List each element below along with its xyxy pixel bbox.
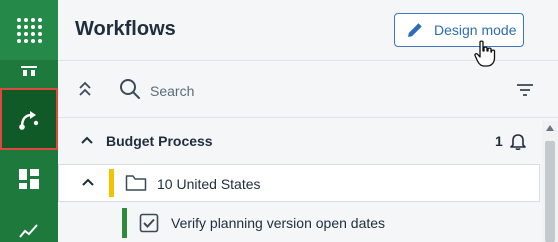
status-bar-yellow [109,169,114,197]
analytics-icon [19,224,38,238]
checkbox-checked-icon[interactable] [139,213,159,233]
panel-toolbar: Search [58,60,558,118]
vertical-scrollbar[interactable] [542,121,558,242]
group-title: Budget Process [106,133,213,149]
filter-icon[interactable] [516,83,534,97]
workflow-icon [19,111,39,130]
chevron-up-icon[interactable] [80,136,94,145]
search-input[interactable]: Search [150,83,194,99]
status-bar-green [122,208,127,238]
collapse-all-icon[interactable] [78,81,92,99]
task-label: Verify planning version open dates [171,215,386,231]
folder-label: 10 United States [157,176,261,192]
chevron-up-icon[interactable] [81,178,95,187]
rail-item-workflows[interactable] [0,88,58,150]
search-icon[interactable] [119,78,141,100]
rail-item-dashboard[interactable] [0,150,58,208]
rail-item-partial[interactable] [0,60,58,84]
scroll-up-arrow-icon[interactable] [546,125,554,131]
app-grid-icon [17,18,42,43]
design-mode-label: Design mode [434,22,517,38]
group-header-budget-process[interactable]: Budget Process 1 [58,121,542,161]
folder-icon [125,175,147,191]
rail-item-analytics[interactable] [0,218,58,242]
workflows-panel: Workflows Design mode Search Budget Proc… [58,0,558,242]
left-rail [0,0,58,242]
task-row-verify-planning[interactable]: Verify planning version open dates [58,204,540,242]
design-mode-button[interactable]: Design mode [394,13,524,47]
scrollbar-thumb[interactable] [545,141,555,242]
rail-item-icon [21,66,37,76]
app-launcher-button[interactable] [0,0,58,60]
hand-cursor-icon [474,40,496,67]
pencil-icon [408,23,422,37]
page-title: Workflows [75,18,176,40]
notification-count: 1 [495,133,503,149]
folder-row-10-united-states[interactable]: 10 United States [58,164,540,202]
dashboard-icon [19,169,39,189]
bell-icon[interactable] [509,132,527,150]
